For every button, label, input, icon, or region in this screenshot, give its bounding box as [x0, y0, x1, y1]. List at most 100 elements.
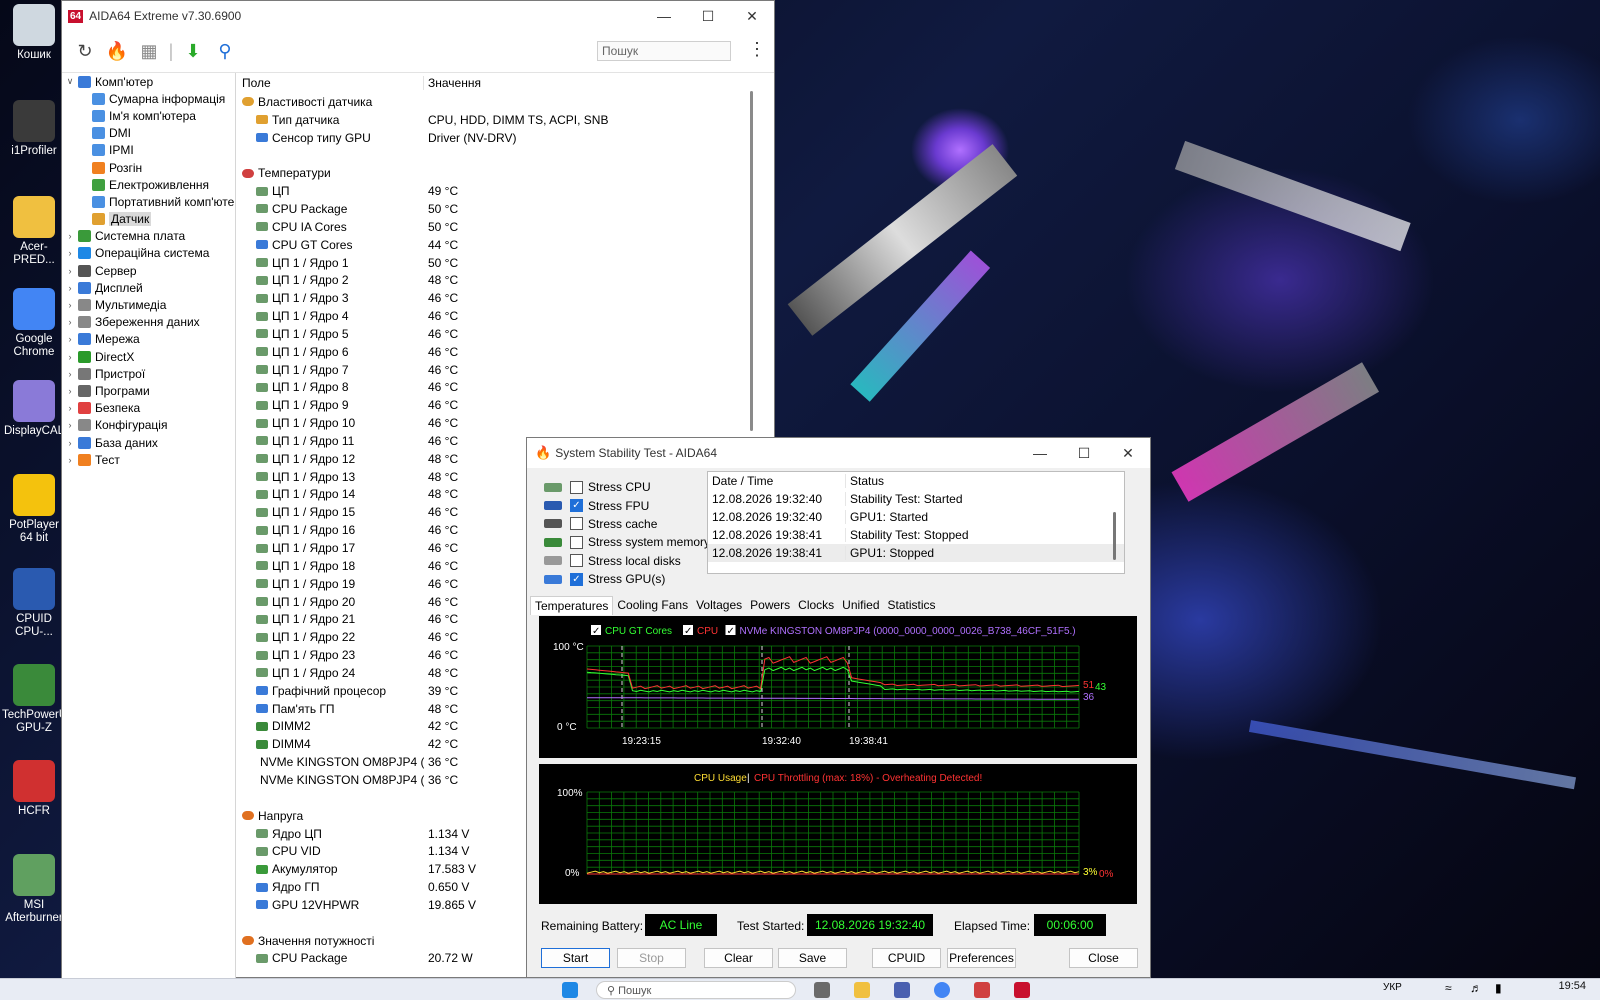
scrollbar[interactable] — [750, 91, 753, 431]
sensor-row[interactable]: ЦП 1 / Ядро 3 46 °C — [240, 289, 767, 307]
start-icon[interactable] — [562, 982, 578, 998]
column-value[interactable]: Значення — [424, 76, 481, 90]
column-field[interactable]: Поле — [240, 76, 424, 90]
checkbox[interactable] — [570, 480, 583, 494]
clock[interactable]: 19:54 — [1558, 980, 1586, 992]
chevron-right-icon[interactable]: › — [64, 420, 76, 430]
checkbox[interactable]: ✓ — [570, 572, 583, 586]
download-icon[interactable]: ⬇ — [180, 39, 206, 65]
desktop-icon[interactable]: TechPowerUp GPU-Z — [2, 664, 74, 735]
chevron-right-icon[interactable]: › — [64, 386, 76, 396]
column-date[interactable]: Date / Time — [708, 474, 846, 488]
search-input[interactable]: Пошук — [597, 41, 731, 61]
sensor-row[interactable]: ЦП 1 / Ядро 5 46 °C — [240, 325, 767, 343]
app-icon[interactable] — [974, 982, 990, 998]
close-button[interactable]: ✕ — [730, 1, 774, 31]
tree-item[interactable]: › DirectX — [62, 348, 235, 365]
chevron-right-icon[interactable]: › — [64, 455, 76, 465]
wifi-icon[interactable]: ≈ — [1445, 981, 1452, 995]
stress-option[interactable]: Stress CPU — [541, 478, 711, 496]
tree-item[interactable]: › Конфігурація — [62, 417, 235, 434]
chevron-right-icon[interactable]: › — [64, 231, 76, 241]
sensor-row[interactable]: CPU IA Cores 50 °C — [240, 218, 767, 236]
store-icon[interactable] — [894, 982, 910, 998]
chevron-down-icon[interactable]: ∨ — [64, 76, 76, 87]
tree-item[interactable]: › Пристрої — [62, 365, 235, 382]
log-row[interactable]: 12.08.2026 19:38:41 Stability Test: Stopp… — [708, 526, 1124, 544]
sensor-row[interactable]: ЦП 1 / Ядро 2 48 °C — [240, 271, 767, 289]
checkbox[interactable] — [570, 517, 583, 531]
search-icon[interactable]: ⚲ — [212, 39, 238, 65]
desktop-icon[interactable]: i1Profiler — [2, 100, 66, 158]
minimize-button[interactable]: — — [1018, 438, 1062, 468]
desktop-icon[interactable]: MSI Afterburner — [2, 854, 66, 925]
tree-item[interactable]: DMI — [62, 125, 235, 142]
file-explorer-icon[interactable] — [854, 982, 870, 998]
stress-option[interactable]: Stress system memory — [541, 533, 711, 551]
refresh-icon[interactable]: ↻ — [72, 39, 98, 65]
sensor-row[interactable]: CPU GT Cores 44 °C — [240, 236, 767, 254]
minimize-button[interactable]: — — [642, 1, 686, 31]
desktop-icon[interactable]: Кошик — [2, 4, 66, 62]
sensor-row[interactable]: CPU Package 50 °C — [240, 200, 767, 218]
desktop-icon[interactable]: CPUID CPU-... — [2, 568, 66, 639]
log-row[interactable]: 12.08.2026 19:38:41 GPU1: Stopped — [708, 544, 1124, 562]
tree-item[interactable]: › Сервер — [62, 262, 235, 279]
chevron-right-icon[interactable]: › — [64, 317, 76, 327]
tab-cooling-fans[interactable]: Cooling Fans — [613, 596, 692, 615]
chevron-right-icon[interactable]: › — [64, 334, 76, 344]
section-header[interactable]: Властивості датчика — [240, 93, 767, 111]
checkbox[interactable] — [570, 535, 583, 549]
chevron-right-icon[interactable]: › — [64, 438, 76, 448]
tree-item[interactable]: › Збереження даних — [62, 314, 235, 331]
tab-clocks[interactable]: Clocks — [794, 596, 838, 615]
tab-temperatures[interactable]: Temperatures — [530, 596, 614, 615]
chevron-right-icon[interactable]: › — [64, 369, 76, 379]
cpuid-button[interactable]: CPUID — [872, 948, 941, 968]
task-view-icon[interactable] — [814, 982, 830, 998]
network-icon[interactable]: ▦ — [136, 39, 162, 65]
sensor-row[interactable]: ЦП 1 / Ядро 7 46 °C — [240, 361, 767, 379]
chevron-right-icon[interactable]: › — [64, 300, 76, 310]
log-scrollbar[interactable] — [1113, 512, 1116, 560]
chevron-right-icon[interactable]: › — [64, 266, 76, 276]
chevron-right-icon[interactable]: › — [64, 248, 76, 258]
chevron-right-icon[interactable]: › — [64, 283, 76, 293]
tree-item[interactable]: › Тест — [62, 451, 235, 468]
tree-item[interactable]: Розгін — [62, 159, 235, 176]
chevron-right-icon[interactable]: › — [64, 352, 76, 362]
sensor-row[interactable]: Сенсор типу GPU Driver (NV-DRV) — [240, 129, 767, 147]
tab-unified[interactable]: Unified — [838, 596, 883, 615]
close-dialog-button[interactable]: Close — [1069, 948, 1138, 968]
tree-item[interactable]: › Системна плата — [62, 228, 235, 245]
tree-item[interactable]: › Мультимедіа — [62, 296, 235, 313]
stress-option[interactable]: ✓ Stress GPU(s) — [541, 570, 711, 588]
tab-powers[interactable]: Powers — [746, 596, 794, 615]
desktop-icon[interactable]: DisplayCAL — [2, 380, 66, 438]
desktop-icon[interactable]: HCFR — [2, 760, 66, 818]
stress-option[interactable]: Stress cache — [541, 515, 711, 533]
taskbar-search[interactable]: ⚲ Пошук — [596, 981, 796, 999]
desktop-icon[interactable]: PotPlayer 64 bit — [2, 474, 66, 545]
tree-item[interactable]: › Мережа — [62, 331, 235, 348]
chevron-right-icon[interactable]: › — [64, 403, 76, 413]
section-header[interactable]: Температури — [240, 164, 767, 182]
desktop-icon[interactable]: Google Chrome — [2, 288, 66, 359]
chrome-icon[interactable] — [934, 982, 950, 998]
flame-icon[interactable]: 🔥 — [104, 39, 130, 65]
column-status[interactable]: Status — [846, 474, 884, 488]
tree-item[interactable]: Ім'я комп'ютера — [62, 107, 235, 124]
tab-statistics[interactable]: Statistics — [884, 596, 940, 615]
tree-item[interactable]: › Безпека — [62, 400, 235, 417]
more-menu-icon[interactable]: ⋮ — [748, 39, 766, 60]
close-button[interactable]: ✕ — [1106, 438, 1150, 468]
sensor-row[interactable]: ЦП 1 / Ядро 10 46 °C — [240, 414, 767, 432]
preferences-button[interactable]: Preferences — [947, 948, 1016, 968]
log-row[interactable]: 12.08.2026 19:32:40 Stability Test: Start… — [708, 490, 1124, 508]
tree-item[interactable]: ∨ Комп'ютер — [62, 73, 235, 90]
language-indicator[interactable]: УКР — [1383, 982, 1402, 993]
log-row[interactable]: 12.08.2026 19:32:40 GPU1: Started — [708, 508, 1124, 526]
checkbox[interactable]: ✓ — [570, 499, 583, 513]
sensor-row[interactable]: ЦП 1 / Ядро 8 46 °C — [240, 379, 767, 397]
sensor-row[interactable]: ЦП 1 / Ядро 6 46 °C — [240, 343, 767, 361]
